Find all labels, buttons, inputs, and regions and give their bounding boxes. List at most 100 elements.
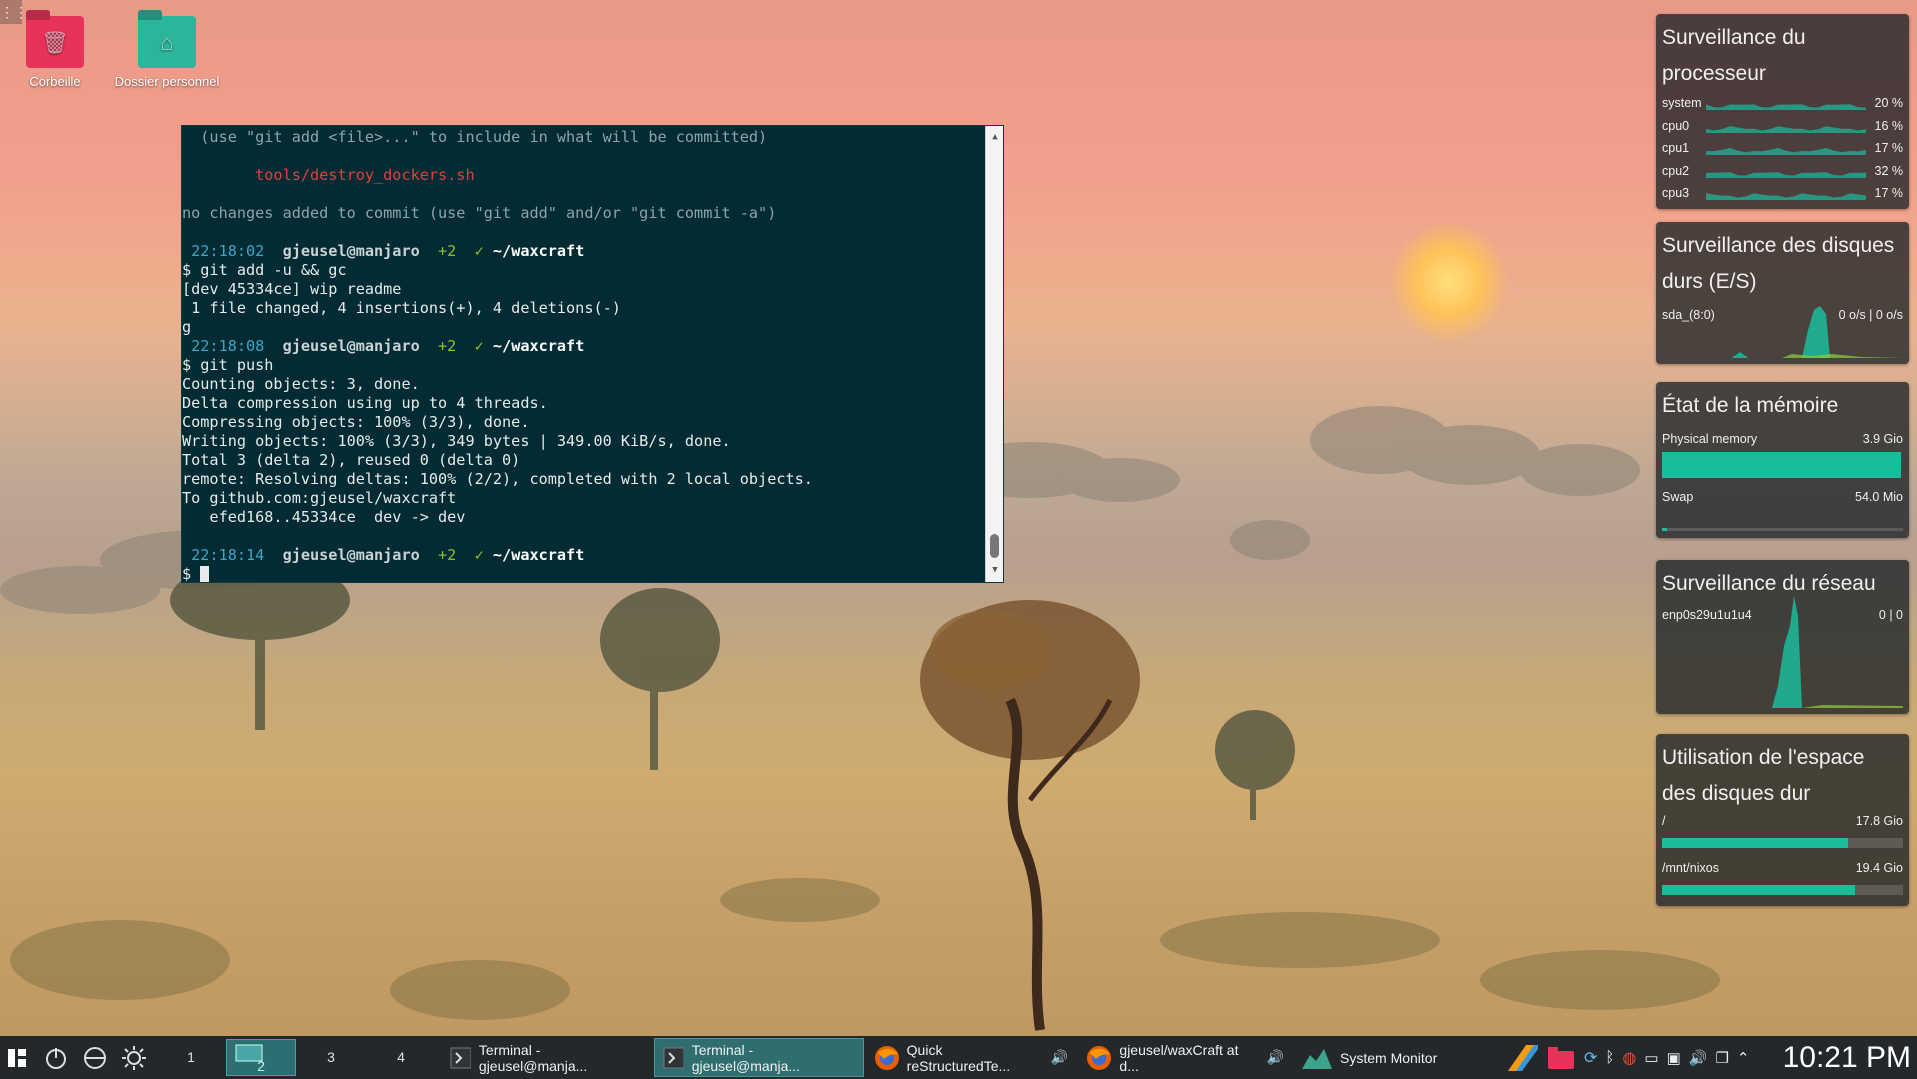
display-icon[interactable]: ▭ xyxy=(1644,1049,1658,1067)
ghost-icon[interactable]: ◍ xyxy=(1622,1048,1636,1068)
terminal-prompt-line[interactable]: $ xyxy=(182,565,985,583)
clock[interactable]: 10:21 PM xyxy=(1783,1036,1911,1079)
terminal-text: Delta compression using up to 4 threads. xyxy=(182,394,548,412)
cpu-name: system xyxy=(1662,96,1702,110)
task-terminal-1[interactable]: Terminal - gjeusel@manja... xyxy=(442,1038,652,1077)
terminal-line: Compressing objects: 100% (3/3), done. xyxy=(182,413,985,432)
mount-path: / xyxy=(1662,814,1666,828)
terminal-text: +2 ✓ xyxy=(419,337,484,355)
mount-usage-value: 17.8 Gio xyxy=(1855,814,1903,828)
desktop-icon-trash[interactable]: 🗑 Corbeille xyxy=(0,16,110,89)
terminal-cursor xyxy=(200,566,210,582)
brightness-button[interactable] xyxy=(122,1036,146,1079)
terminal-line: To github.com:gjeusel/waxcraft xyxy=(182,489,985,508)
task-label: Terminal - gjeusel@manja... xyxy=(691,1041,801,1074)
application-launcher[interactable] xyxy=(6,1036,28,1079)
speaker-icon[interactable]: 🔊 xyxy=(1267,1049,1284,1066)
cpu-monitor-widget[interactable]: Surveillance du processeur system 20 % cpu… xyxy=(1656,14,1909,209)
terminal-line: efed168..45334ce dev -> dev xyxy=(182,508,985,527)
cpu-sparkline xyxy=(1706,147,1866,155)
cpu-name: cpu1 xyxy=(1662,141,1690,155)
desktop-icon-label: Corbeille xyxy=(29,74,81,89)
terminal-text: 22:18:02 xyxy=(182,242,265,260)
virtual-desktop-4[interactable]: 4 xyxy=(366,1039,436,1076)
terminal-text: g xyxy=(182,318,192,336)
virtual-desktop-2[interactable]: 2 xyxy=(226,1039,296,1076)
task-system-monitor[interactable]: System Monitor xyxy=(1294,1038,1504,1077)
cpu-name: cpu2 xyxy=(1662,163,1690,178)
disk-usage-row: /mnt/nixos 19.4 Gio xyxy=(1662,861,1903,875)
terminal-icon xyxy=(450,1047,471,1068)
task-terminal-2[interactable]: Terminal - gjeusel@manja... xyxy=(654,1038,864,1077)
terminal-scrollbar[interactable]: ▲ ▼ xyxy=(985,126,1003,582)
sync-icon[interactable]: ⟳ xyxy=(1584,1048,1597,1068)
scrollbar-thumb[interactable] xyxy=(990,533,999,558)
speaker-icon[interactable]: 🔊 xyxy=(1051,1049,1068,1066)
terminal-line: g xyxy=(182,318,985,337)
home-folder-icon: ⌂ xyxy=(138,16,196,68)
tray-expand-icon[interactable]: ⌃ xyxy=(1737,1049,1750,1067)
terminal-line: Writing objects: 100% (3/3), 349 bytes |… xyxy=(182,432,985,451)
terminal-text: To github.com:gjeusel/waxcraft xyxy=(182,489,457,507)
terminal-line: $ git push xyxy=(182,356,985,375)
terminal-line: remote: Resolving deltas: 100% (2/2), co… xyxy=(182,470,985,489)
terminal-text: ~/waxcraft xyxy=(483,546,585,564)
terminal-line: [dev 45334ce] wip readme xyxy=(182,280,985,299)
scroll-down-icon[interactable]: ▼ xyxy=(986,561,1003,580)
clipboard-icon[interactable]: ❐ xyxy=(1715,1049,1728,1067)
disk-io-graph xyxy=(1662,306,1903,358)
widget-title: Utilisation de l'espace des disques dur xyxy=(1662,746,1865,805)
power-icon xyxy=(46,1047,66,1069)
widget-title: Surveillance du processeur xyxy=(1662,26,1806,85)
terminal-text: 22:18:08 xyxy=(182,337,265,355)
mount-usage-fill xyxy=(1662,838,1848,848)
task-label: System Monitor xyxy=(1340,1049,1438,1066)
swap-label: Swap xyxy=(1662,490,1694,504)
terminal-line: (use "git add <file>..." to include in w… xyxy=(182,128,985,147)
terminal-text: 1 file changed, 4 insertions(+), 4 delet… xyxy=(182,299,621,317)
scroll-up-icon[interactable]: ▲ xyxy=(986,128,1003,147)
virtual-desktop-1[interactable]: 1 xyxy=(156,1039,226,1076)
cpu-sparkline xyxy=(1706,193,1866,200)
cpu-value: 32 % xyxy=(1874,163,1904,178)
volume-icon[interactable]: 🔊 xyxy=(1689,1049,1708,1067)
virtual-desktop-3[interactable]: 3 xyxy=(296,1039,366,1076)
terminal-line: Counting objects: 3, done. xyxy=(182,375,985,394)
task-firefox-waxcraft[interactable]: gjeusel/waxCraft at d... 🔊 xyxy=(1078,1038,1292,1077)
trash-tray-icon[interactable] xyxy=(1546,1045,1576,1071)
cpu-name: cpu3 xyxy=(1662,186,1690,200)
virtual-desktop-label: 2 xyxy=(257,1058,265,1074)
battery-icon[interactable]: ▣ xyxy=(1667,1049,1681,1067)
cpu-sparkline xyxy=(1706,104,1866,110)
bluetooth-icon[interactable]: ᛒ xyxy=(1605,1049,1614,1066)
terminal-text: no changes added to commit (use "git add… xyxy=(182,204,777,222)
disk-tool-button[interactable] xyxy=(83,1036,107,1079)
cpu-value: 17 % xyxy=(1874,186,1904,200)
mount-usage-bar xyxy=(1662,885,1903,895)
memory-widget[interactable]: État de la mémoire Physical memory 3.9 G… xyxy=(1656,382,1909,538)
disk-usage-widget[interactable]: Utilisation de l'espace des disques dur … xyxy=(1656,734,1909,906)
disk-io-widget[interactable]: Surveillance des disques durs (E/S) sda_… xyxy=(1656,222,1909,364)
cpu-value: 20 % xyxy=(1874,96,1904,110)
power-button[interactable] xyxy=(44,1036,68,1079)
terminal-prompt: $ xyxy=(182,565,201,583)
terminal-line: Total 3 (delta 2), reused 0 (delta 0) xyxy=(182,451,985,470)
network-widget[interactable]: Surveillance du réseau enp0s29u1u1u4 0 |… xyxy=(1656,560,1909,714)
swap-value: 54.0 Mio xyxy=(1855,490,1903,504)
color-picker-icon[interactable] xyxy=(1508,1044,1538,1071)
terminal-line: no changes added to commit (use "git add… xyxy=(182,204,985,223)
firefox-icon xyxy=(875,1045,899,1070)
terminal-output[interactable]: (use "git add <file>..." to include in w… xyxy=(182,128,985,583)
terminal-text: $ git push xyxy=(182,356,274,374)
task-firefox-rst[interactable]: Quick reStructuredTe... 🔊 xyxy=(866,1038,1076,1077)
terminal-window[interactable]: (use "git add <file>..." to include in w… xyxy=(181,125,1004,583)
terminal-text: Total 3 (delta 2), reused 0 (delta 0) xyxy=(182,451,521,469)
firefox-icon xyxy=(1087,1045,1111,1070)
terminal-text: (use "git add <file>..." to include in w… xyxy=(182,128,768,146)
terminal-text: Writing objects: 100% (3/3), 349 bytes |… xyxy=(182,432,731,450)
cpu-sparkline xyxy=(1706,125,1866,133)
desktop-icon-home[interactable]: ⌂ Dossier personnel xyxy=(112,16,222,89)
